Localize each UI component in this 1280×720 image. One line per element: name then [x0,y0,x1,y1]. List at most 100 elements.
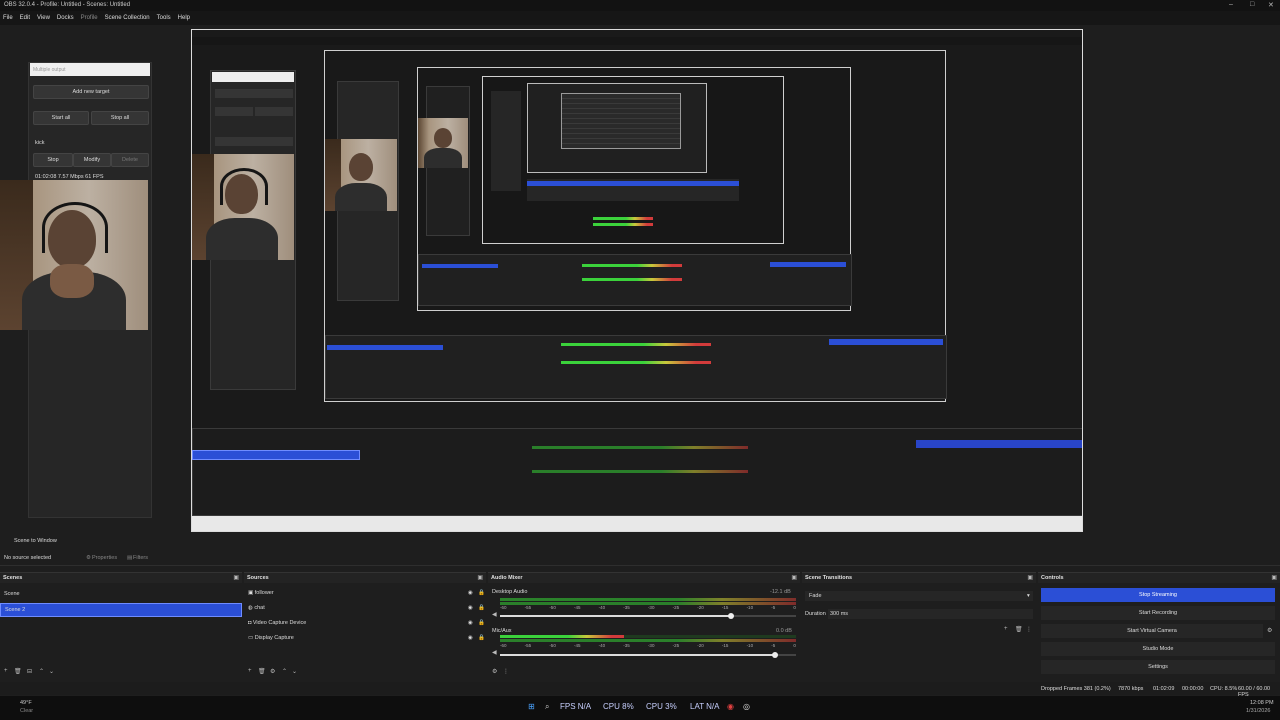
speaker-icon[interactable]: ◀ [492,649,497,656]
speaker-icon[interactable]: ◀ [492,611,497,618]
gear-icon[interactable]: ⚙ [86,555,91,561]
source-name: follower [254,590,274,596]
start-all-button[interactable]: Start all [33,111,89,125]
scene-item[interactable]: Scene [4,591,20,597]
trash-icon[interactable]: 🗑 [14,668,22,675]
start-recording-button[interactable]: Start Recording [1041,606,1275,620]
eye-icon[interactable]: ◉ [468,605,473,611]
volume-slider-handle[interactable] [772,652,779,658]
move-up-icon[interactable]: ⌃ [282,668,287,675]
stop-streaming-button[interactable]: Stop Streaming [1041,588,1275,602]
studio-mode-button[interactable]: Studio Mode [1041,642,1275,656]
chevron-down-icon: ▾ [1027,593,1030,599]
meter-scale-tick: 0 [793,605,796,610]
move-down-icon[interactable]: ⌄ [49,668,54,675]
add-target-button[interactable]: Add new target [33,85,149,99]
dock-menu-icon[interactable]: ▣ [1027,574,1033,581]
menu-profile[interactable]: Profile [81,15,98,21]
target-search-input[interactable]: Multiple output [30,63,150,76]
camera-icon: ◘ [248,620,252,626]
source-row[interactable]: ▭ Display Capture ◉ 🔒 [248,635,485,641]
meter-scale-tick: -55 [524,643,532,648]
sources-title: Sources [247,575,269,581]
maximize-button[interactable]: □ [1250,1,1254,8]
target-name: kick [35,140,45,146]
lock-icon[interactable]: 🔒 [478,605,485,611]
chrome-icon[interactable]: ◉ [727,702,734,711]
filters-icon[interactable]: ⊟ [27,668,32,675]
more-icon[interactable]: ⋮ [503,668,509,675]
menu-file[interactable]: File [3,15,13,21]
close-button[interactable]: ✕ [1268,1,1274,9]
meter-scale: -60 -55 -50 -45 -40 -35 -30 -25 -20 -15 -10 -5 0 [500,605,796,610]
lock-icon[interactable]: 🔒 [478,590,485,596]
gear-icon[interactable]: ⚙ [270,668,275,675]
scene-item-selected[interactable]: Scene 2 [0,603,242,617]
menu-help[interactable]: Help [178,15,190,21]
menu-tools[interactable]: Tools [157,15,171,21]
meter-scale-tick: -60 [500,643,507,648]
target-stop-button[interactable]: Stop [33,153,73,167]
obs-icon[interactable]: ◎ [743,702,750,711]
source-row[interactable]: ◘ Video Capture Device ◉ 🔒 [248,620,485,626]
search-icon[interactable]: ⌕ [545,702,549,712]
move-up-icon[interactable]: ⌃ [39,668,44,675]
stop-all-button[interactable]: Stop all [91,111,149,125]
meter-scale-tick: -55 [524,605,532,610]
properties-button[interactable]: Properties [92,555,117,561]
filters-button[interactable]: Filters [133,555,148,561]
channel-db: 0.0 dB [776,628,792,634]
source-row[interactable]: ◍ chat ◉ 🔒 [248,605,485,611]
eye-icon[interactable]: ◉ [468,635,473,641]
menu-view[interactable]: View [37,15,50,21]
duration-field[interactable]: 300 ms [828,609,1033,619]
stream-time: 01:02:09 [1153,686,1175,692]
meter-scale-tick: -20 [697,643,704,648]
start-virtual-camera-button[interactable]: Start Virtual Camera [1041,624,1263,638]
minimize-button[interactable]: – [1229,1,1233,8]
add-icon[interactable]: + [1004,626,1008,632]
clock-date: 1/31/2026 [1246,708,1271,714]
volume-slider-handle[interactable] [727,613,734,619]
no-source-label: No source selected [4,555,52,561]
target-modify-button[interactable]: Modify [73,153,111,167]
meter-scale-tick: -10 [746,605,754,610]
trash-icon[interactable]: 🗑 [258,668,266,675]
menu-scene-collection[interactable]: Scene Collection [105,15,150,21]
cpu-usage: CPU: 8.5% [1210,686,1238,692]
add-icon[interactable]: + [4,668,8,674]
dock-menu-icon[interactable]: ▣ [791,574,797,581]
menu-docks[interactable]: Docks [57,15,74,21]
source-row[interactable]: ▣ follower ◉ 🔒 [248,590,485,596]
transition-type: Fade [809,593,822,599]
gear-icon[interactable]: ⚙ [492,668,497,675]
weather-desc: Clear [20,708,34,714]
scenes-dock: Scenes ▣ Scene Scene 2 + 🗑 ⊟ ⌃ ⌄ [0,572,242,679]
start-icon[interactable]: ⊞ [528,702,535,711]
meter-scale-tick: -45 [573,643,581,648]
weather-temp: 49°F [20,700,32,706]
trash-icon[interactable]: 🗑 [1015,626,1023,633]
target-delete-button[interactable]: Delete [111,153,149,167]
transition-select[interactable]: Fade ▾ [805,591,1033,601]
meter-scale-tick: -25 [672,643,680,648]
source-name: chat [254,605,265,611]
add-icon[interactable]: + [248,668,252,674]
lock-icon[interactable]: 🔒 [478,620,485,626]
eye-icon[interactable]: ◉ [468,590,473,596]
controls-title: Controls [1041,575,1064,581]
move-down-icon[interactable]: ⌄ [292,668,297,675]
dock-menu-icon[interactable]: ▣ [477,574,483,581]
lock-icon[interactable]: 🔒 [478,635,485,641]
menu-edit[interactable]: Edit [20,15,30,21]
dock-menu-icon[interactable]: ▣ [233,574,239,581]
program-preview[interactable] [191,29,1083,532]
dock-menu-icon[interactable]: ▣ [1271,574,1277,581]
scene-to-window-label[interactable]: Scene to Window [14,538,57,544]
filter-icon[interactable]: ▤ [127,555,132,561]
more-icon[interactable]: ⋮ [1026,626,1032,633]
meter-scale-tick: -45 [573,605,581,610]
gear-icon[interactable]: ⚙ [1267,627,1272,634]
eye-icon[interactable]: ◉ [468,620,473,626]
settings-button[interactable]: Settings [1041,660,1275,674]
